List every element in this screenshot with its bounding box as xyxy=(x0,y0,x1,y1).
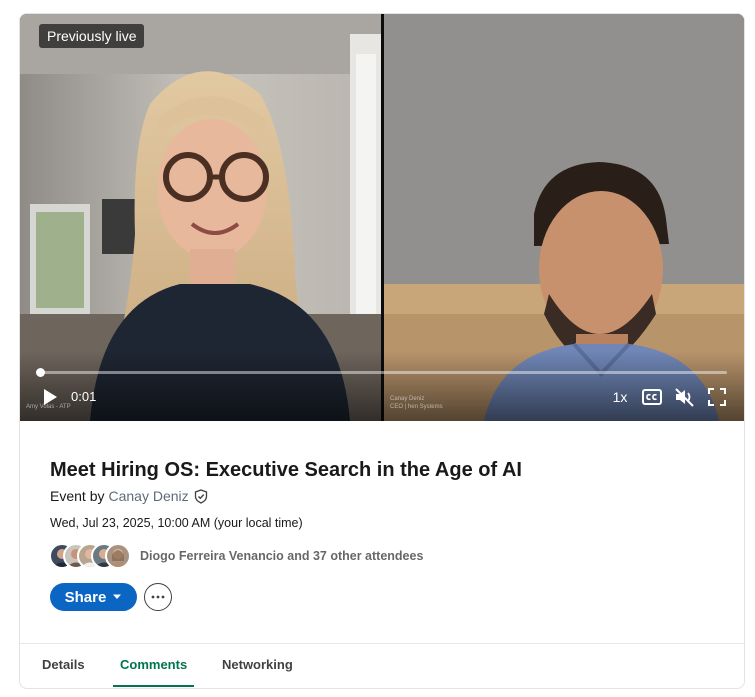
caret-down-icon xyxy=(113,594,122,599)
progress-bar[interactable] xyxy=(36,368,727,377)
controls-overlay xyxy=(20,351,744,421)
tabs-divider xyxy=(20,643,744,644)
event-title: Meet Hiring OS: Executive Search in the … xyxy=(50,459,522,481)
captions-button[interactable] xyxy=(641,387,663,407)
attendees-text[interactable]: Diogo Ferreira Venancio and 37 other att… xyxy=(140,549,423,563)
current-time: 0:01 xyxy=(71,389,97,404)
attendees-row[interactable]: Diogo Ferreira Venancio and 37 other att… xyxy=(49,543,423,569)
attendee-avatars xyxy=(49,543,133,569)
organizer-prefix: Event by xyxy=(50,488,105,504)
closed-captions-icon xyxy=(642,389,662,405)
event-card: Previously live Amy Volas - ATP Canay De… xyxy=(19,13,745,689)
more-options-button[interactable] xyxy=(144,583,172,611)
play-button[interactable] xyxy=(40,387,60,407)
tab-comments[interactable]: Comments xyxy=(120,657,187,672)
ellipsis-icon xyxy=(151,595,165,599)
fullscreen-icon xyxy=(708,388,726,406)
organizer-line: Event by Canay Deniz xyxy=(50,488,208,504)
event-datetime: Wed, Jul 23, 2025, 10:00 AM (your local … xyxy=(50,516,303,530)
play-icon xyxy=(44,389,57,405)
tab-details[interactable]: Details xyxy=(42,657,85,672)
active-tab-indicator xyxy=(113,685,194,687)
avatar xyxy=(105,543,131,569)
share-button[interactable]: Share xyxy=(50,583,137,611)
playback-speed-button[interactable]: 1x xyxy=(609,387,631,407)
right-watermark-title: CEO | hen Systems xyxy=(390,404,443,410)
previously-live-badge: Previously live xyxy=(39,24,145,48)
share-label: Share xyxy=(64,588,107,606)
organizer-name-link[interactable]: Canay Deniz xyxy=(108,488,188,504)
right-watermark-name: Canay Deniz xyxy=(390,396,425,402)
fullscreen-button[interactable] xyxy=(707,387,727,407)
volume-muted-icon xyxy=(675,388,694,407)
mute-button[interactable] xyxy=(674,386,696,408)
tab-networking[interactable]: Networking xyxy=(222,657,293,672)
video-player[interactable]: Previously live Amy Volas - ATP Canay De… xyxy=(20,14,744,421)
verified-icon xyxy=(194,488,208,504)
